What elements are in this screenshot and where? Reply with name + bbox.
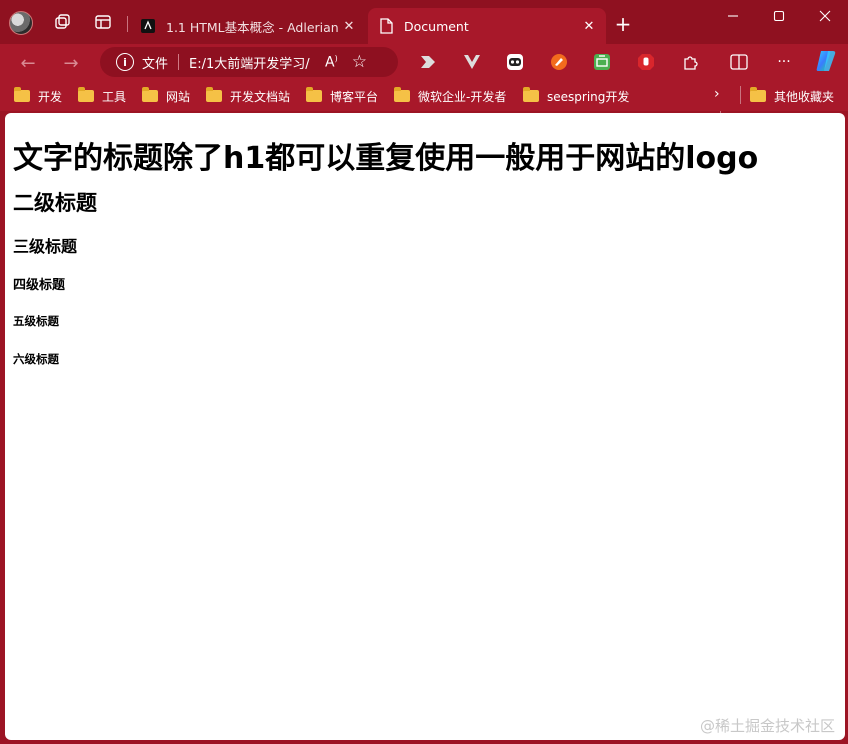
minimize-button[interactable]	[710, 0, 756, 32]
folder-icon	[14, 87, 30, 102]
extension-green-icon[interactable]	[592, 52, 612, 72]
new-tab-button[interactable]: +	[612, 13, 634, 35]
workspaces-icon[interactable]	[52, 12, 72, 32]
bookmark-label: 开发	[38, 89, 63, 104]
folder-icon	[394, 87, 410, 102]
tab-title: Document	[404, 18, 469, 34]
folder-icon	[306, 87, 322, 102]
extension-robot-icon[interactable]	[505, 52, 525, 72]
tab-document[interactable]: Document ✕	[368, 8, 606, 44]
bookmark-folder[interactable]: 开发	[14, 86, 62, 106]
heading-level-2: 二级标题	[13, 191, 97, 215]
back-button[interactable]: ←	[15, 50, 41, 76]
folder-icon	[206, 87, 222, 102]
close-tab-icon[interactable]: ✕	[578, 15, 600, 37]
url-scheme-label: 文件	[142, 56, 169, 72]
extensions-puzzle-icon[interactable]	[681, 52, 701, 72]
bookmark-label: 网站	[166, 89, 191, 104]
tab-separator	[127, 16, 128, 32]
copilot-icon[interactable]	[814, 49, 838, 73]
info-icon[interactable]: i	[116, 53, 134, 71]
tab-title: 1.1 HTML基本概念 - Adlerian's IT	[166, 19, 338, 35]
split-screen-icon[interactable]	[729, 52, 749, 72]
close-window-button[interactable]	[802, 0, 848, 32]
heading-level-1: 文字的标题除了h1都可以重复使用一般用于网站的logo	[13, 141, 759, 176]
bookmark-label: seespring开发	[547, 89, 630, 104]
document-icon	[378, 18, 394, 34]
other-bookmarks-label: 其他收藏夹	[774, 89, 835, 104]
extension-orange-icon[interactable]	[549, 52, 569, 72]
folder-icon	[523, 87, 539, 102]
url-text[interactable]: E:/1大前端开发学习/	[189, 53, 313, 72]
close-tab-icon[interactable]: ✕	[338, 15, 360, 37]
folder-icon	[142, 87, 158, 102]
site-favicon-icon	[140, 18, 156, 34]
extension-arrow-icon[interactable]	[418, 52, 438, 72]
heading-level-5: 五级标题	[13, 314, 59, 328]
extension-stop-hand-icon[interactable]	[636, 52, 656, 72]
extension-vue-icon[interactable]	[462, 52, 482, 72]
chevron-right-icon[interactable]: ›	[714, 86, 720, 102]
maximize-button[interactable]	[756, 0, 802, 32]
browser-toolbar: ← → i 文件 E:/1大前端开发学习/ A) ☆ ···	[0, 44, 848, 114]
page-content: 文字的标题除了h1都可以重复使用一般用于网站的logo 二级标题 三级标题 四级…	[5, 113, 845, 740]
bookmark-label: 工具	[102, 89, 127, 104]
watermark-text: @稀土掘金技术社区	[699, 717, 835, 735]
bookmark-folder[interactable]: seespring开发	[523, 86, 629, 106]
folder-icon	[750, 87, 766, 102]
bookmark-folder[interactable]: 网站	[142, 86, 190, 106]
bookmark-label: 开发文档站	[230, 89, 291, 104]
bookmark-label: 博客平台	[330, 89, 379, 104]
heading-level-6: 六级标题	[13, 352, 59, 366]
bookmark-folder[interactable]: 开发文档站	[206, 86, 290, 106]
address-divider	[178, 54, 180, 70]
bookmark-folder[interactable]: 博客平台	[306, 86, 378, 106]
title-bar: 1.1 HTML基本概念 - Adlerian's IT ✕ Document …	[0, 0, 848, 44]
heading-level-4: 四级标题	[13, 278, 66, 293]
bookmark-folder[interactable]: 工具	[78, 86, 126, 106]
profile-avatar[interactable]	[9, 11, 33, 35]
other-bookmarks-folder[interactable]: 其他收藏夹	[750, 86, 834, 106]
favorite-star-icon[interactable]: ☆	[352, 52, 367, 72]
heading-level-3: 三级标题	[13, 237, 78, 256]
more-options-icon[interactable]: ···	[774, 52, 794, 72]
address-bar[interactable]: i 文件 E:/1大前端开发学习/ A) ☆	[100, 47, 398, 77]
read-aloud-icon[interactable]: A)	[325, 54, 338, 71]
tab-html-concepts[interactable]: 1.1 HTML基本概念 - Adlerian's IT ✕	[130, 8, 366, 44]
folder-icon	[78, 87, 94, 102]
tab-actions-icon[interactable]	[93, 12, 113, 32]
bookmarks-bar: 开发 工具 网站 开发文档站 博客平台 微软企业-开发者 seespring开发…	[0, 80, 848, 111]
bookmark-folder[interactable]: 微软企业-开发者	[394, 86, 506, 106]
forward-button[interactable]: →	[58, 50, 84, 76]
bookmarks-separator	[740, 86, 741, 104]
bookmark-label: 微软企业-开发者	[418, 89, 507, 104]
